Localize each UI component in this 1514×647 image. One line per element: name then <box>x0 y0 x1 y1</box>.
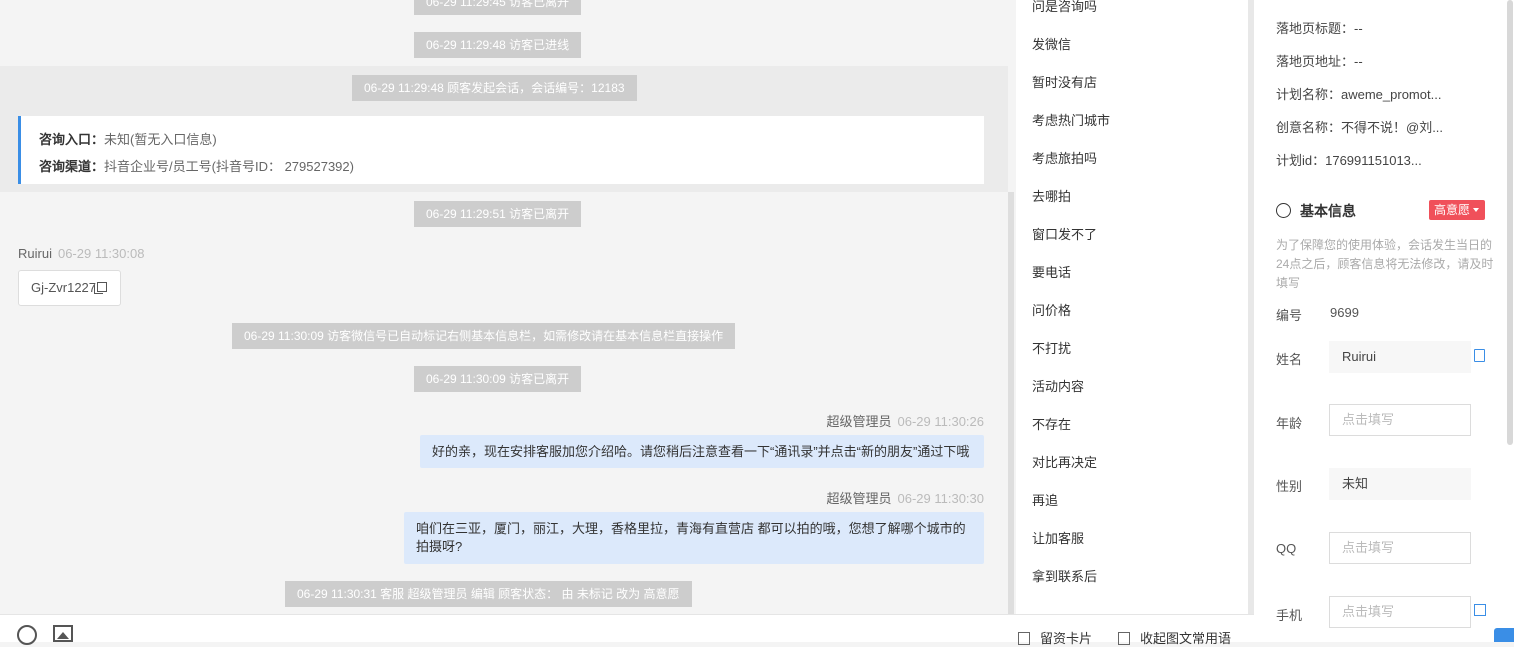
copy-icon[interactable] <box>94 282 107 294</box>
message-time: 06-29 11:30:30 <box>897 491 985 506</box>
agent-message-text: 咱们在三亚，厦门，丽江，大理，香格里拉，青海有直营店 都可以拍的哦，您想了解哪个… <box>416 521 966 536</box>
customer-info-panel: 落地页标题：-- 落地页地址：-- 计划名称：aweme_promot... 创… <box>1254 0 1514 642</box>
collapse-quick-replies-label: 收起图文常用语 <box>1140 631 1232 646</box>
visitor-message-bubble[interactable]: Gj-Zvr1227 <box>18 270 121 306</box>
name-label: 姓名 <box>1276 352 1303 367</box>
consult-channel-label: 咨询渠道： <box>39 159 105 174</box>
person-icon <box>1276 203 1291 218</box>
quick-reply-item[interactable]: 活动内容 <box>1032 376 1084 395</box>
basic-info-label: 基本信息 <box>1300 203 1356 219</box>
agent-message-header: 超级管理员 06-29 11:30:26 <box>826 411 984 430</box>
consult-entry-label: 咨询入口： <box>39 132 105 147</box>
collapse-quick-replies-button[interactable]: 收起图文常用语 <box>1118 628 1231 647</box>
quick-reply-item[interactable]: 不存在 <box>1032 414 1071 433</box>
message-time: 06-29 11:30:26 <box>897 414 985 429</box>
quick-reply-item[interactable]: 要电话 <box>1032 262 1071 281</box>
basic-info-title: 基本信息 <box>1276 201 1356 221</box>
id-label: 编号 <box>1276 308 1303 323</box>
smile-icon[interactable] <box>17 625 37 645</box>
quick-reply-item[interactable]: 问价格 <box>1032 300 1071 319</box>
quick-reply-item[interactable]: 问是咨询吗 <box>1032 0 1097 15</box>
agent-message-text: 拍摄呀? <box>416 539 463 554</box>
consult-info-card: 咨询入口：未知(暂无入口信息) 咨询渠道：抖音企业号/员工号(抖音号ID： 27… <box>18 116 984 184</box>
quick-reply-item[interactable]: 拿到联系后 <box>1032 566 1097 585</box>
landing-page-url: 落地页地址：-- <box>1276 54 1363 69</box>
creative-name: 创意名称：不得不说！@刘... <box>1276 120 1444 135</box>
edit-deadline-note: 为了保障您的使用体验，会话发生当日的24点之后，顾客信息将无法修改，请及时填写 <box>1276 238 1494 290</box>
chat-history[interactable]: 06-29 11:29:45 访客已离开 06-29 11:29:48 访客已进… <box>0 0 1008 614</box>
quick-reply-item[interactable]: 不打扰 <box>1032 338 1071 357</box>
copy-icon[interactable] <box>1474 349 1485 362</box>
quick-reply-item[interactable]: 发微信 <box>1032 34 1071 53</box>
external-link-icon[interactable] <box>1474 604 1486 616</box>
intent-status-dropdown[interactable]: 高意愿 <box>1429 200 1486 220</box>
floating-action-button[interactable] <box>1494 628 1514 642</box>
id-value: 9699 <box>1330 305 1359 320</box>
phone-label: 手机 <box>1276 608 1303 623</box>
quick-reply-list: 问是咨询吗 发微信 暂时没有店 考虑热门城市 考虑旅拍吗 去哪拍 窗口发不了 要… <box>1016 0 1248 614</box>
age-label: 年龄 <box>1276 416 1303 431</box>
list-icon <box>1118 632 1130 645</box>
chat-scrollbar[interactable] <box>1008 192 1014 614</box>
agent-name: 超级管理员 <box>826 491 892 506</box>
composer-toolbar: 留资卡片 收起图文常用语 <box>0 614 1254 646</box>
event-visitor-left: 06-29 11:30:09 访客已离开 <box>414 366 582 392</box>
event-visitor-left: 06-29 11:29:45 访客已离开 <box>414 0 582 15</box>
image-icon[interactable] <box>53 625 73 642</box>
quick-reply-item[interactable]: 暂时没有店 <box>1032 72 1097 91</box>
qq-label: QQ <box>1276 541 1297 556</box>
landing-page-title: 落地页标题：-- <box>1276 21 1363 36</box>
consult-channel-value: 抖音企业号/员工号(抖音号ID： 279527392) <box>104 159 354 174</box>
visitor-message-text: Gj-Zvr1227 <box>31 280 97 295</box>
qq-field[interactable]: 点击填写 <box>1329 532 1471 564</box>
visitor-message-header: Ruirui 06-29 11:30:08 <box>18 246 144 261</box>
intent-status-label: 高意愿 <box>1434 203 1471 217</box>
quick-reply-item[interactable]: 窗口发不了 <box>1032 224 1097 243</box>
agent-name: 超级管理员 <box>826 414 892 429</box>
consult-channel-row: 咨询渠道：抖音企业号/员工号(抖音号ID： 279527392) <box>39 153 984 180</box>
visitor-name: Ruirui <box>18 246 52 261</box>
quick-reply-item[interactable]: 去哪拍 <box>1032 186 1071 205</box>
consult-entry-value: 未知(暂无入口信息) <box>104 132 217 147</box>
quick-reply-item[interactable]: 对比再决定 <box>1032 452 1097 471</box>
agent-message-header: 超级管理员 06-29 11:30:30 <box>826 488 984 507</box>
plan-id: 计划id：176991151013... <box>1276 153 1422 168</box>
lead-card-button[interactable]: 留资卡片 <box>1018 628 1092 647</box>
quick-reply-item[interactable]: 考虑热门城市 <box>1032 110 1110 129</box>
info-panel-scrollbar[interactable] <box>1507 0 1513 445</box>
event-wechat-marked: 06-29 11:30:09 访客微信号已自动标记右侧基本信息栏，如需修改请在基… <box>232 323 736 349</box>
age-field[interactable]: 点击填写 <box>1329 404 1471 436</box>
agent-message-bubble: 好的亲，现在安排客服加您介绍哈。请您稍后注意查看一下“通讯录”并点击“新的朋友”… <box>420 435 984 468</box>
event-visitor-left: 06-29 11:29:51 访客已离开 <box>414 201 582 227</box>
quick-reply-item[interactable]: 考虑旅拍吗 <box>1032 148 1097 167</box>
consult-entry-row: 咨询入口：未知(暂无入口信息) <box>39 126 984 153</box>
quick-reply-item[interactable]: 再追 <box>1032 490 1058 509</box>
event-status-changed: 06-29 11:30:31 客服 超级管理员 编辑 顾客状态： 由 未标记 改… <box>285 581 692 607</box>
plan-name: 计划名称：aweme_promot... <box>1276 87 1442 102</box>
quick-reply-item[interactable]: 让加客服 <box>1032 528 1084 547</box>
phone-field[interactable]: 点击填写 <box>1329 596 1471 628</box>
card-icon <box>1018 632 1030 645</box>
name-field[interactable]: Ruirui <box>1329 341 1471 373</box>
agent-message-text: 好的亲，现在安排客服加您介绍哈。请您稍后注意查看一下“通讯录”并点击“新的朋友”… <box>432 444 970 459</box>
gender-select[interactable]: 未知 <box>1329 468 1471 500</box>
caret-down-icon <box>1473 208 1480 212</box>
event-visitor-entered: 06-29 11:29:48 访客已进线 <box>414 32 582 58</box>
event-session-started: 06-29 11:29:48 顾客发起会话，会话编号：12183 <box>352 75 637 101</box>
agent-message-bubble: 咱们在三亚，厦门，丽江，大理，香格里拉，青海有直营店 都可以拍的哦，您想了解哪个… <box>404 512 984 564</box>
message-time: 06-29 11:30:08 <box>57 246 145 261</box>
gender-label: 性别 <box>1276 479 1303 494</box>
lead-card-label: 留资卡片 <box>1040 631 1093 646</box>
